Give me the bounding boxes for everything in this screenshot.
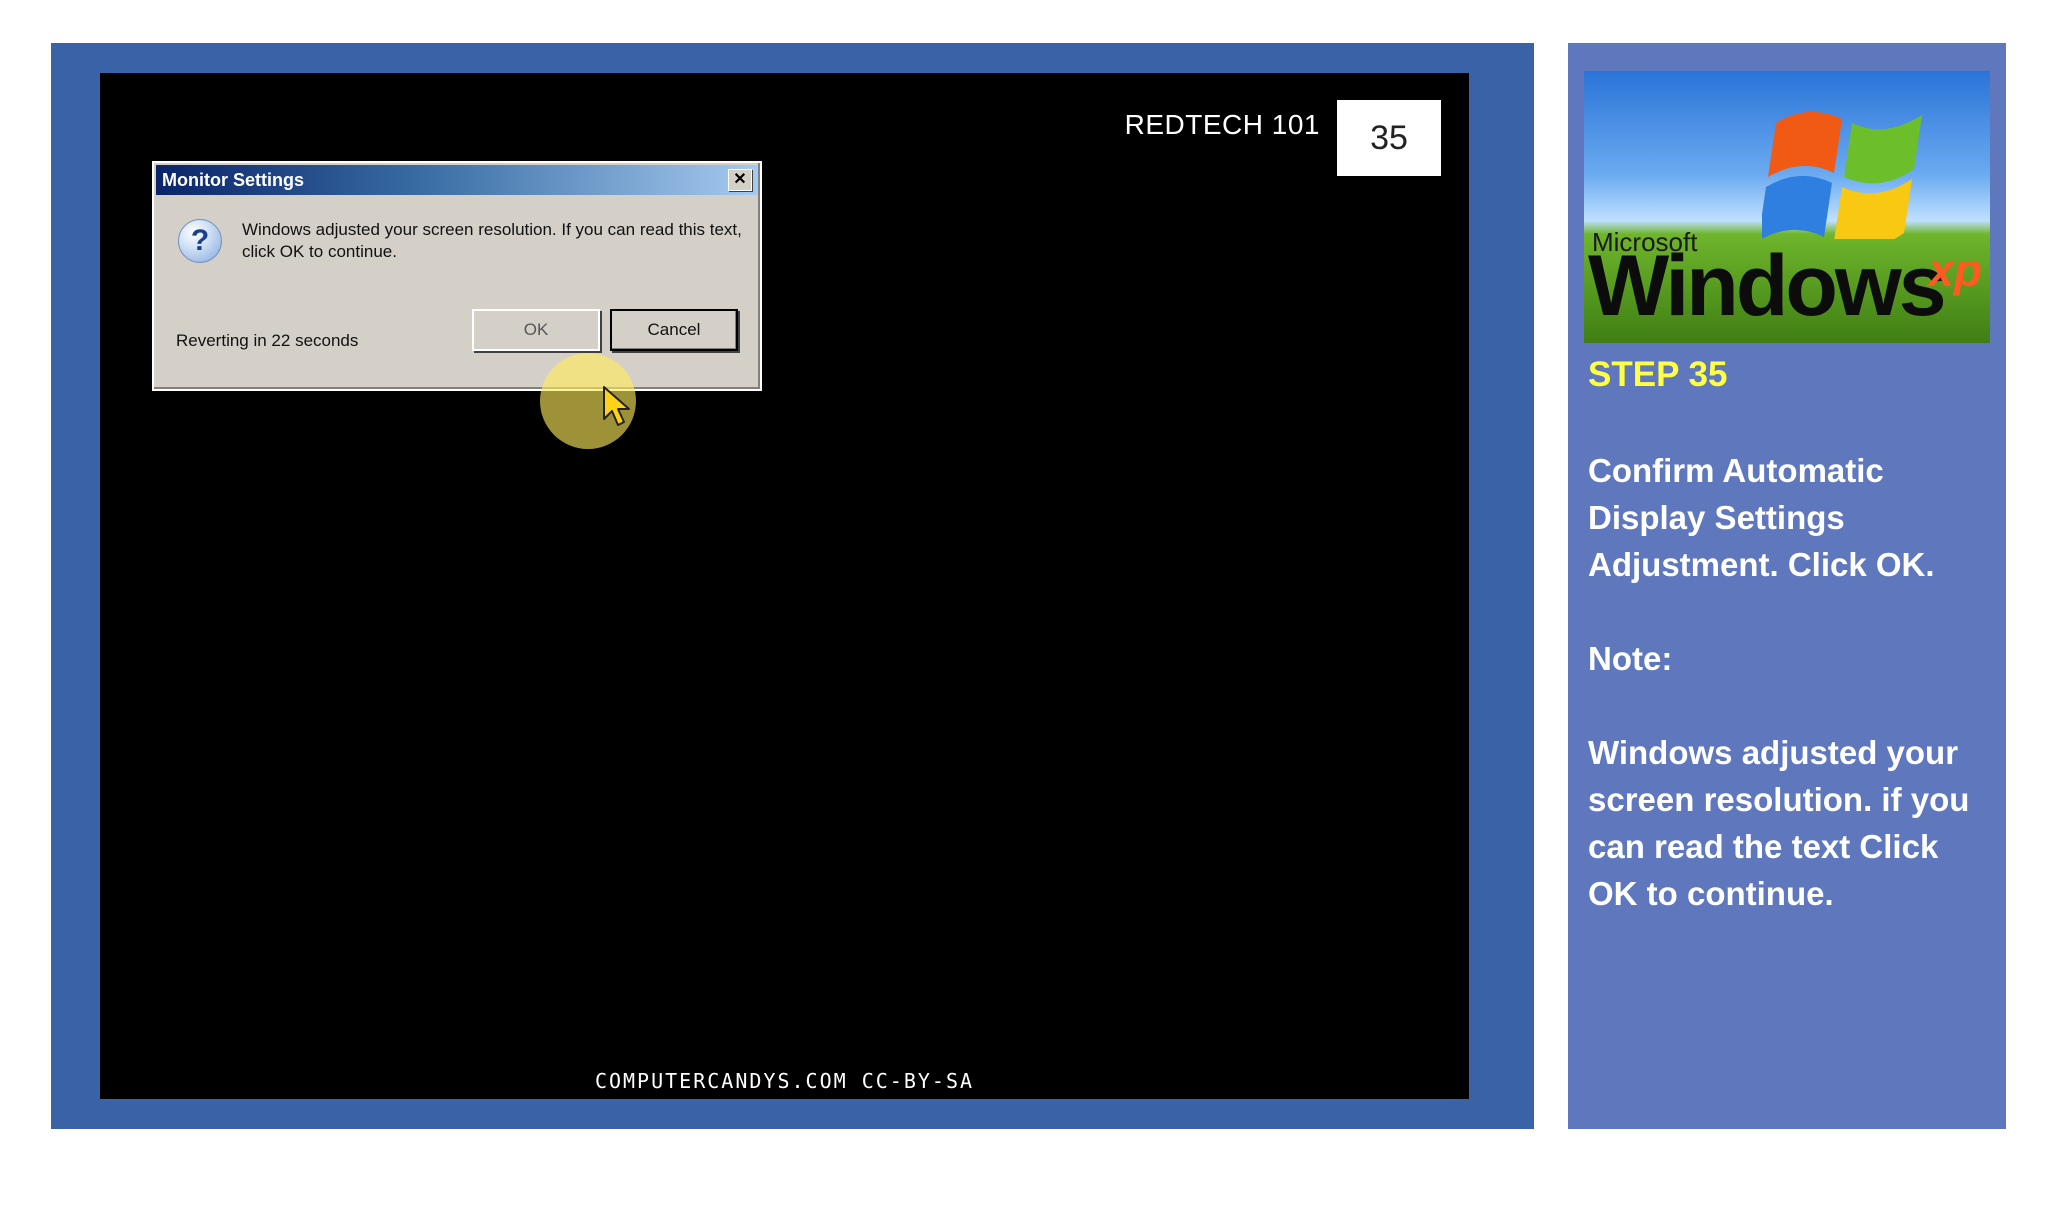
instructions: Confirm Automatic Display Settings Adjus… <box>1588 447 1992 964</box>
course-label: REDTECH 101 <box>1124 109 1320 140</box>
screen-area: REDTECH 101 35 Monitor Settings ✕ ? Wind… <box>100 73 1469 1099</box>
question-icon: ? <box>178 219 222 263</box>
dialog-title: Monitor Settings <box>162 169 304 190</box>
windows-wordmark: Windows <box>1588 238 1947 334</box>
credit-text: COMPUTERCANDYS.COM CC-BY-SA <box>594 1069 975 1093</box>
step-title: STEP 35 <box>1588 355 1728 394</box>
dialog-titlebar[interactable]: Monitor Settings ✕ <box>156 165 758 195</box>
dialog-message: Windows adjusted your screen resolution.… <box>242 220 742 261</box>
revert-countdown: Reverting in 22 seconds <box>176 331 359 350</box>
instruction-panel: Microsoft Windows xp STEP 35 Confirm Aut… <box>1568 43 2006 1129</box>
cursor-pointer-icon <box>603 386 630 426</box>
windows-flag-icon <box>1762 111 1922 239</box>
close-icon[interactable]: ✕ <box>728 169 752 191</box>
slide-frame: REDTECH 101 35 Monitor Settings ✕ ? Wind… <box>51 43 1534 1129</box>
note-label: Note: <box>1588 640 1673 677</box>
windows-xp-logo: Microsoft Windows xp <box>1584 71 1990 343</box>
step-number-box: 35 <box>1337 100 1441 176</box>
cancel-button[interactable]: Cancel <box>610 309 738 351</box>
xp-wordmark: xp <box>1928 244 1982 296</box>
ok-button[interactable]: OK <box>472 309 600 351</box>
note-text: Windows adjusted your screen resolution.… <box>1588 734 1970 912</box>
monitor-settings-dialog: Monitor Settings ✕ ? Windows adjusted yo… <box>152 161 762 449</box>
instruction-text: Confirm Automatic Display Settings Adjus… <box>1588 452 1935 583</box>
